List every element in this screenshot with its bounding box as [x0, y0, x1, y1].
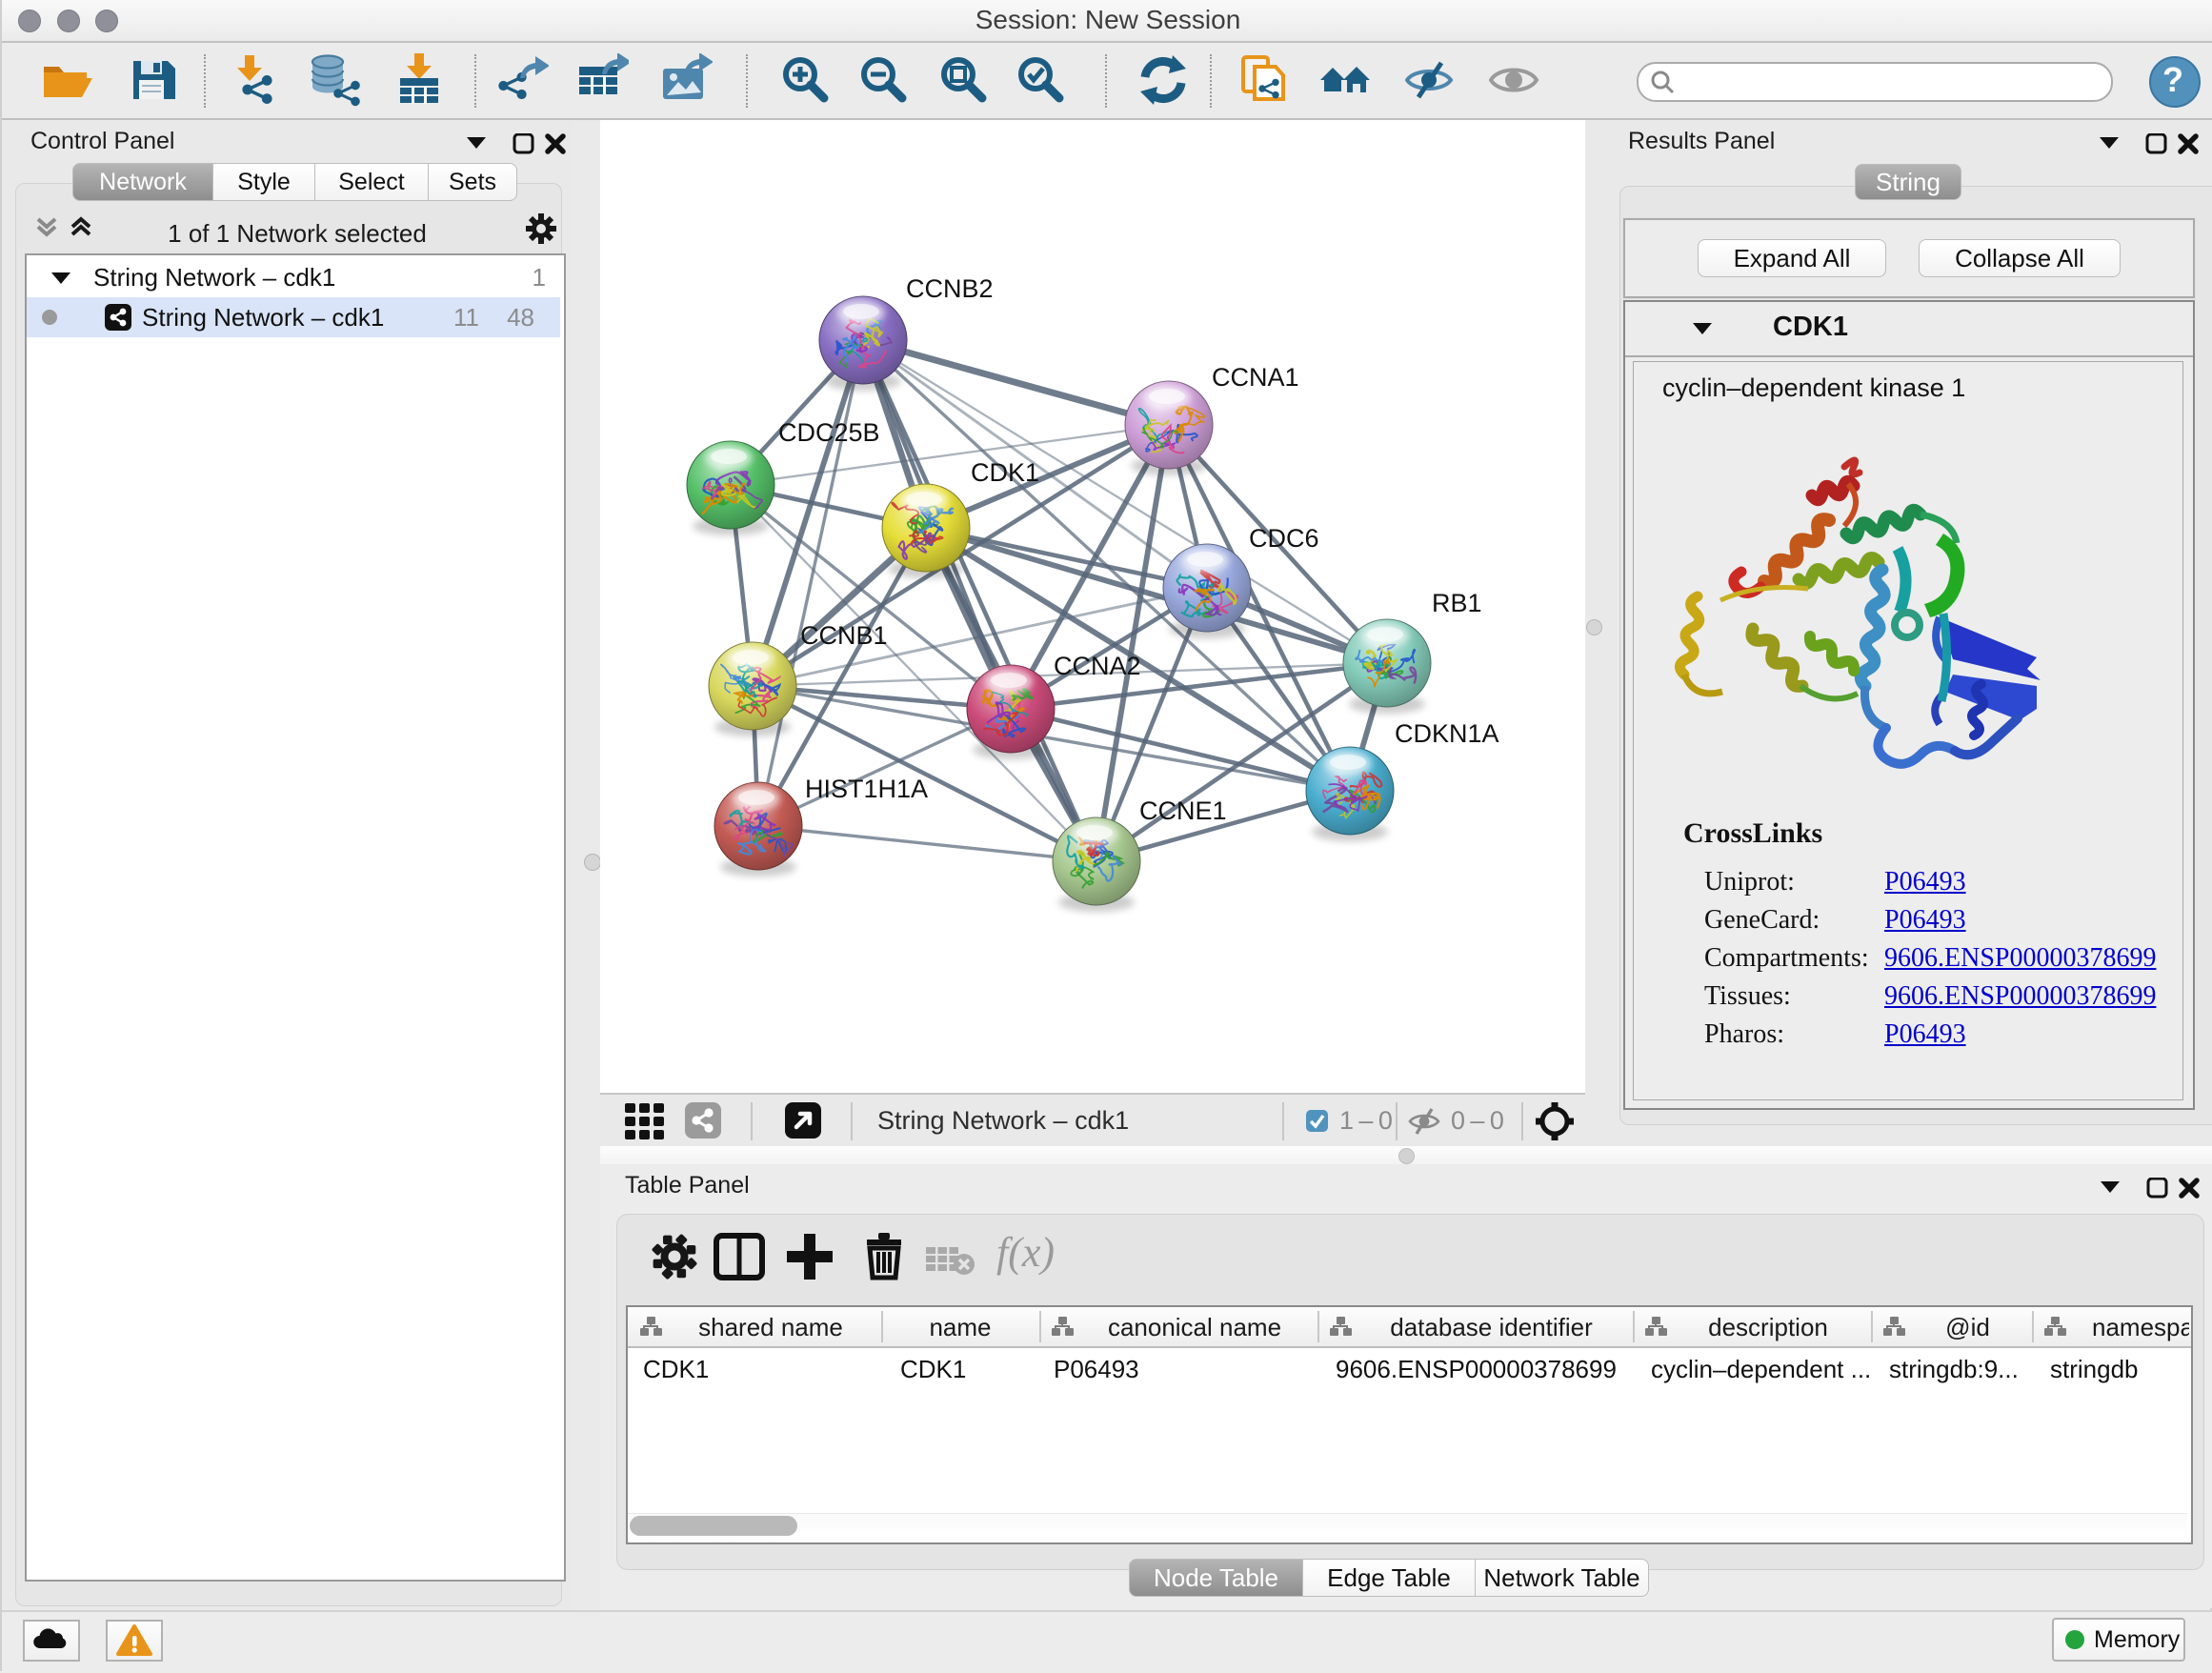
svg-text:CDKN1A: CDKN1A: [1395, 719, 1499, 748]
svg-text:CDK1: CDK1: [971, 458, 1039, 487]
svg-text:CCNB1: CCNB1: [800, 621, 888, 650]
svg-text:HIST1H1A: HIST1H1A: [805, 775, 928, 803]
svg-text:CDC6: CDC6: [1249, 524, 1319, 553]
svg-text:RB1: RB1: [1432, 589, 1482, 617]
svg-text:CCNA1: CCNA1: [1212, 363, 1299, 392]
svg-text:CCNE1: CCNE1: [1139, 796, 1227, 825]
svg-text:CCNB2: CCNB2: [906, 274, 994, 303]
svg-text:CDC25B: CDC25B: [778, 418, 880, 447]
svg-text:CCNA2: CCNA2: [1054, 652, 1141, 680]
